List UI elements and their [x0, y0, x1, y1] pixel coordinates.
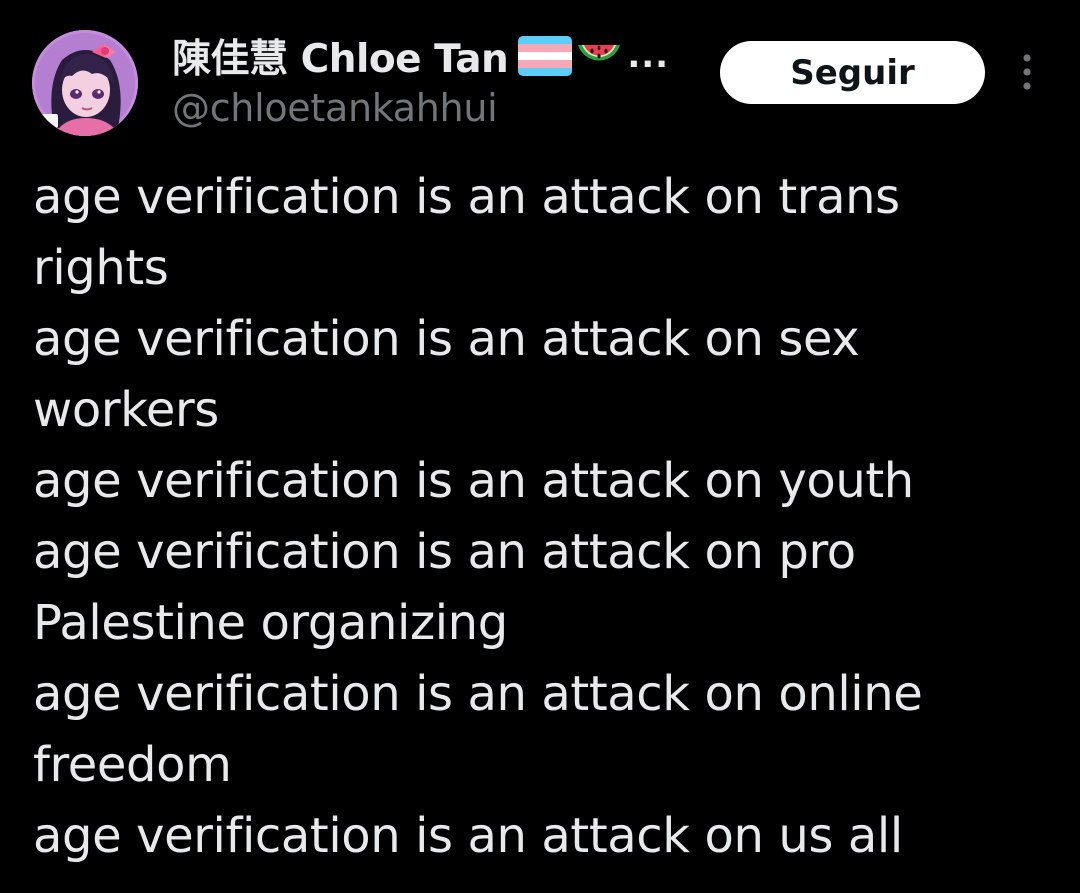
tweet-line: age verification is an attack on pro [33, 524, 856, 580]
author-name-row[interactable]: 陳佳慧 Chloe Tan ... [172, 28, 702, 84]
transgender-flag-icon [518, 36, 573, 76]
tweet-card: 陳佳慧 Chloe Tan ... @chloetankahhui Seguir… [0, 0, 1080, 893]
avatar[interactable] [32, 30, 138, 136]
follow-button[interactable]: Seguir [720, 41, 985, 104]
tweet-line: age verification is an attack on trans [33, 169, 900, 225]
tweet-line: freedom [33, 737, 232, 793]
tweet-line: workers [33, 382, 219, 438]
tweet-text: age verification is an attack on trans r… [33, 162, 1043, 872]
avatar-illustration [32, 30, 138, 136]
author-handle[interactable]: @chloetankahhui [172, 86, 702, 130]
tweet-line: age verification is an attack on youth [33, 453, 914, 509]
name-truncation: ... [627, 36, 670, 76]
tweet-line: age verification is an attack on sex [33, 311, 860, 367]
more-vertical-icon [1023, 54, 1031, 90]
tweet-line: age verification is an attack on online [33, 666, 923, 722]
display-name[interactable]: 陳佳慧 Chloe Tan [172, 28, 509, 84]
tweet-line: Palestine organizing [33, 595, 508, 651]
tweet-line: rights [33, 240, 169, 296]
watermelon-icon [574, 31, 624, 81]
author-info: 陳佳慧 Chloe Tan ... @chloetankahhui [172, 28, 702, 130]
more-options-button[interactable] [1008, 52, 1046, 92]
tweet-line: age verification is an attack on us all [33, 808, 903, 864]
